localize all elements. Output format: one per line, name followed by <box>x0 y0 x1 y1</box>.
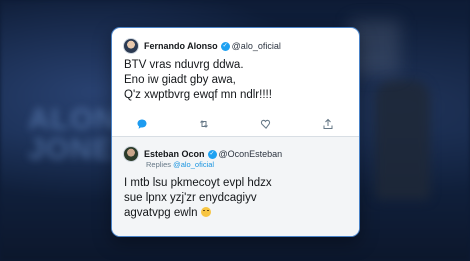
tweet-actions <box>112 118 359 132</box>
verified-badge-icon: ✓ <box>207 149 217 159</box>
like-icon[interactable] <box>260 118 272 130</box>
tweet-text-line: Eno iw giadt gby awa, <box>124 74 236 86</box>
tweet-text-line: Q'z xwptbvrg ewqf mn ndlr!!!! <box>124 89 272 101</box>
background-text-line: JONE <box>28 133 114 166</box>
reply-text-line: I mtb lsu pkmecoyt evpl hdzx <box>124 177 272 189</box>
author-handle[interactable]: @alo_oficial <box>232 41 281 51</box>
reply-tweet: Esteban Ocon ✓ @OconEsteban Replies @alo… <box>112 137 359 236</box>
comment-icon[interactable] <box>136 118 148 130</box>
replying-to: Replies @alo_oficial <box>146 160 214 169</box>
reply-author-name[interactable]: Esteban Ocon <box>144 149 205 159</box>
retweet-icon[interactable] <box>198 118 210 130</box>
reply-author-handle[interactable]: @OconEsteban <box>219 149 283 159</box>
verified-badge-icon: ✓ <box>220 41 230 51</box>
reply-text-line: agvatvpg ewln <box>124 207 198 219</box>
smiling-face-emoji-icon <box>200 207 211 217</box>
tweet-text-line: BTV vras nduvrg ddwa. <box>124 59 244 71</box>
reply-text-line: sue lpnx yzj'zr enydcagiyv <box>124 192 257 204</box>
background-text-line: ALON <box>28 103 117 136</box>
reply-text-line-last: agvatvpg ewln <box>124 206 352 221</box>
replying-to-mention[interactable]: @alo_oficial <box>173 160 214 169</box>
replying-prefix: Replies <box>146 160 172 169</box>
original-tweet: Fernando Alonso ✓ @alo_oficial BTV vras … <box>112 28 359 136</box>
author-name[interactable]: Fernando Alonso <box>144 41 218 51</box>
avatar[interactable] <box>123 146 139 162</box>
blurred-background-text: ALON JONE <box>28 105 117 165</box>
background-figure <box>375 80 430 200</box>
tweet-card: Fernando Alonso ✓ @alo_oficial BTV vras … <box>111 27 360 237</box>
avatar[interactable] <box>123 38 139 54</box>
tweet-header: Fernando Alonso ✓ @alo_oficial <box>123 38 281 54</box>
reply-text: I mtb lsu pkmecoyt evpl hdzx sue lpnx yz… <box>124 176 352 221</box>
share-icon[interactable] <box>322 118 334 130</box>
tweet-text: BTV vras nduvrg ddwa. Eno iw giadt gby a… <box>124 58 352 103</box>
